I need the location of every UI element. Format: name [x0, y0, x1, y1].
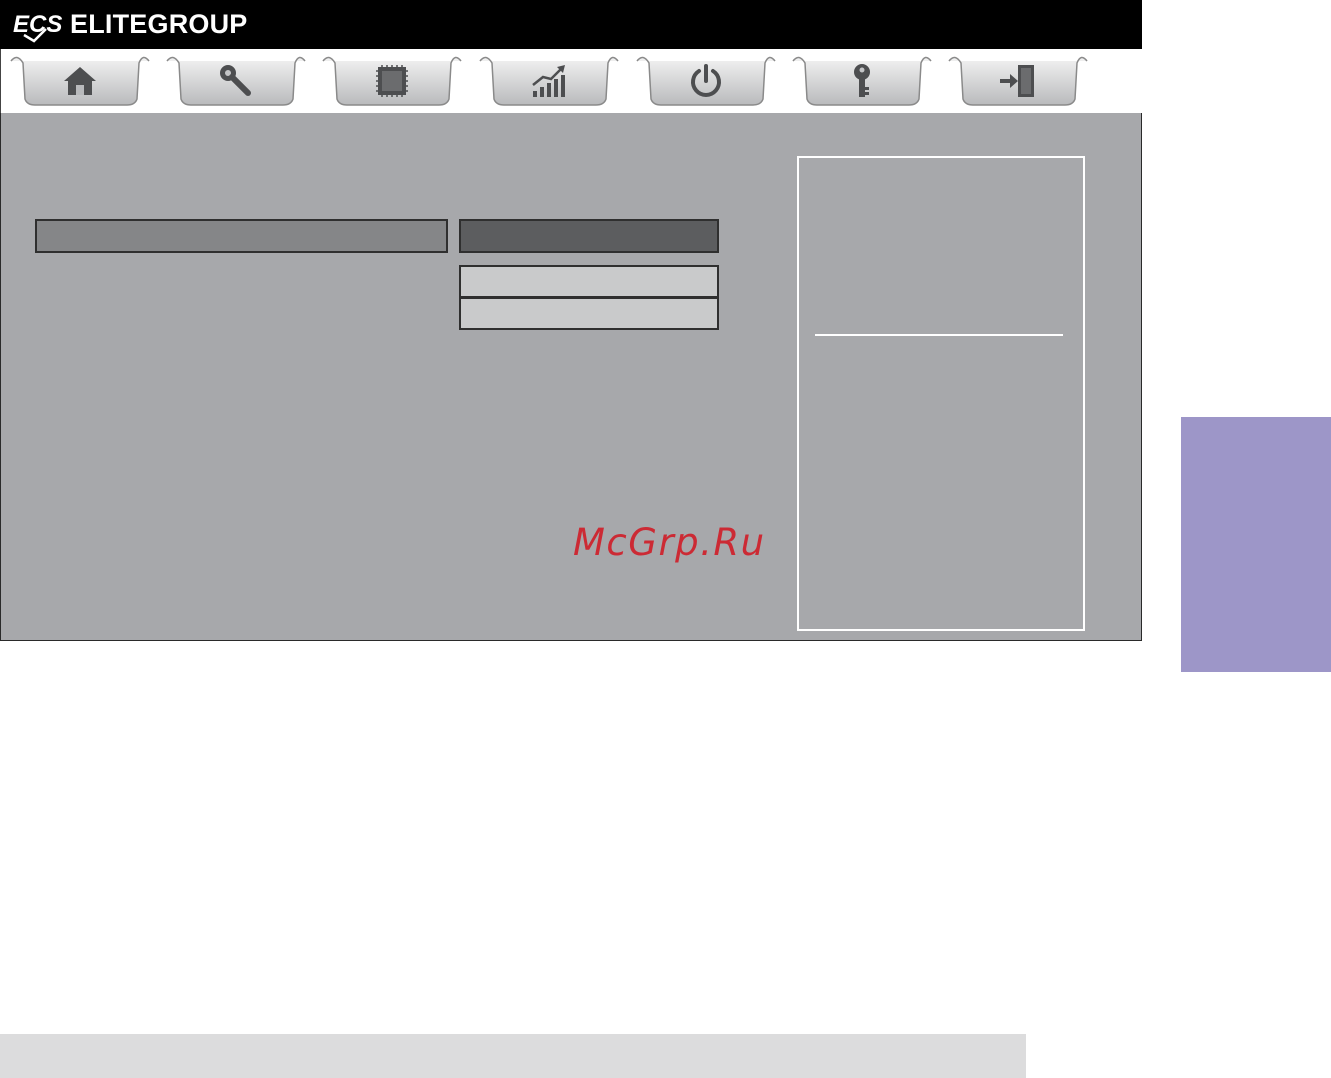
- key-icon: [842, 61, 882, 101]
- footer-bar: [0, 1034, 1026, 1078]
- tab-security[interactable]: [791, 53, 933, 113]
- setting-label-bar[interactable]: [35, 219, 448, 253]
- watermark: McGrp.Ru: [573, 521, 766, 564]
- settings-panel: McGrp.Ru: [0, 113, 1142, 641]
- ecs-logo-text: ECS: [13, 11, 62, 38]
- option-item[interactable]: [459, 265, 719, 298]
- performance-chart-icon: [529, 61, 569, 101]
- home-icon: [60, 61, 100, 101]
- tab-main[interactable]: [9, 53, 151, 113]
- wrench-icon: [216, 61, 256, 101]
- chip-icon: [372, 61, 412, 101]
- tab-performance[interactable]: [478, 53, 620, 113]
- tab-advanced[interactable]: [165, 53, 307, 113]
- tab-power[interactable]: [635, 53, 777, 113]
- exit-door-icon: [998, 61, 1038, 101]
- option-item[interactable]: [459, 297, 719, 330]
- header-bar: ECS ELITEGROUP: [0, 0, 1142, 49]
- help-divider: [815, 334, 1063, 336]
- setting-value-bar[interactable]: [459, 219, 719, 253]
- tab-chipset[interactable]: [321, 53, 463, 113]
- ecs-logo-icon: ECS: [13, 11, 62, 43]
- side-tab: [1181, 417, 1331, 672]
- tab-exit[interactable]: [947, 53, 1089, 113]
- help-panel: [797, 156, 1085, 631]
- brand-name: ELITEGROUP: [70, 8, 248, 39]
- brand: ECS ELITEGROUP: [12, 5, 248, 43]
- power-icon: [686, 61, 726, 101]
- tab-strip: [0, 49, 1143, 113]
